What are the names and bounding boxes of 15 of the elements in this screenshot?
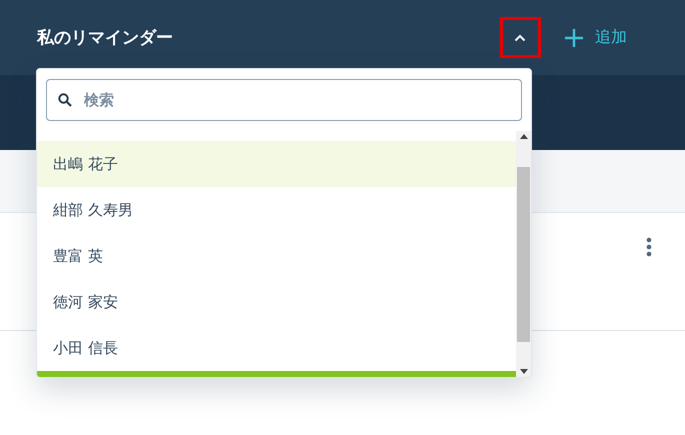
add-button[interactable]: 追加 bbox=[564, 27, 627, 48]
list-item[interactable]: 小田 信長 bbox=[37, 325, 516, 371]
plus-icon bbox=[564, 28, 584, 48]
scroll-up-icon[interactable] bbox=[520, 134, 528, 139]
more-icon[interactable] bbox=[646, 237, 652, 257]
list-item[interactable]: 徳河 家安 bbox=[37, 279, 516, 325]
scrollbar[interactable] bbox=[516, 131, 531, 377]
list-item[interactable]: 出嶋 花子 bbox=[37, 141, 516, 187]
list-item[interactable]: 紺部 久寿男 bbox=[37, 187, 516, 233]
caret-icon bbox=[514, 34, 526, 42]
search-field[interactable]: 検索 bbox=[46, 79, 522, 121]
list-item[interactable]: 豊富 英 bbox=[37, 233, 516, 279]
scroll-thumb[interactable] bbox=[517, 167, 530, 342]
page-title: 私のリマインダー bbox=[37, 27, 174, 49]
scroll-down-icon[interactable] bbox=[520, 369, 528, 374]
